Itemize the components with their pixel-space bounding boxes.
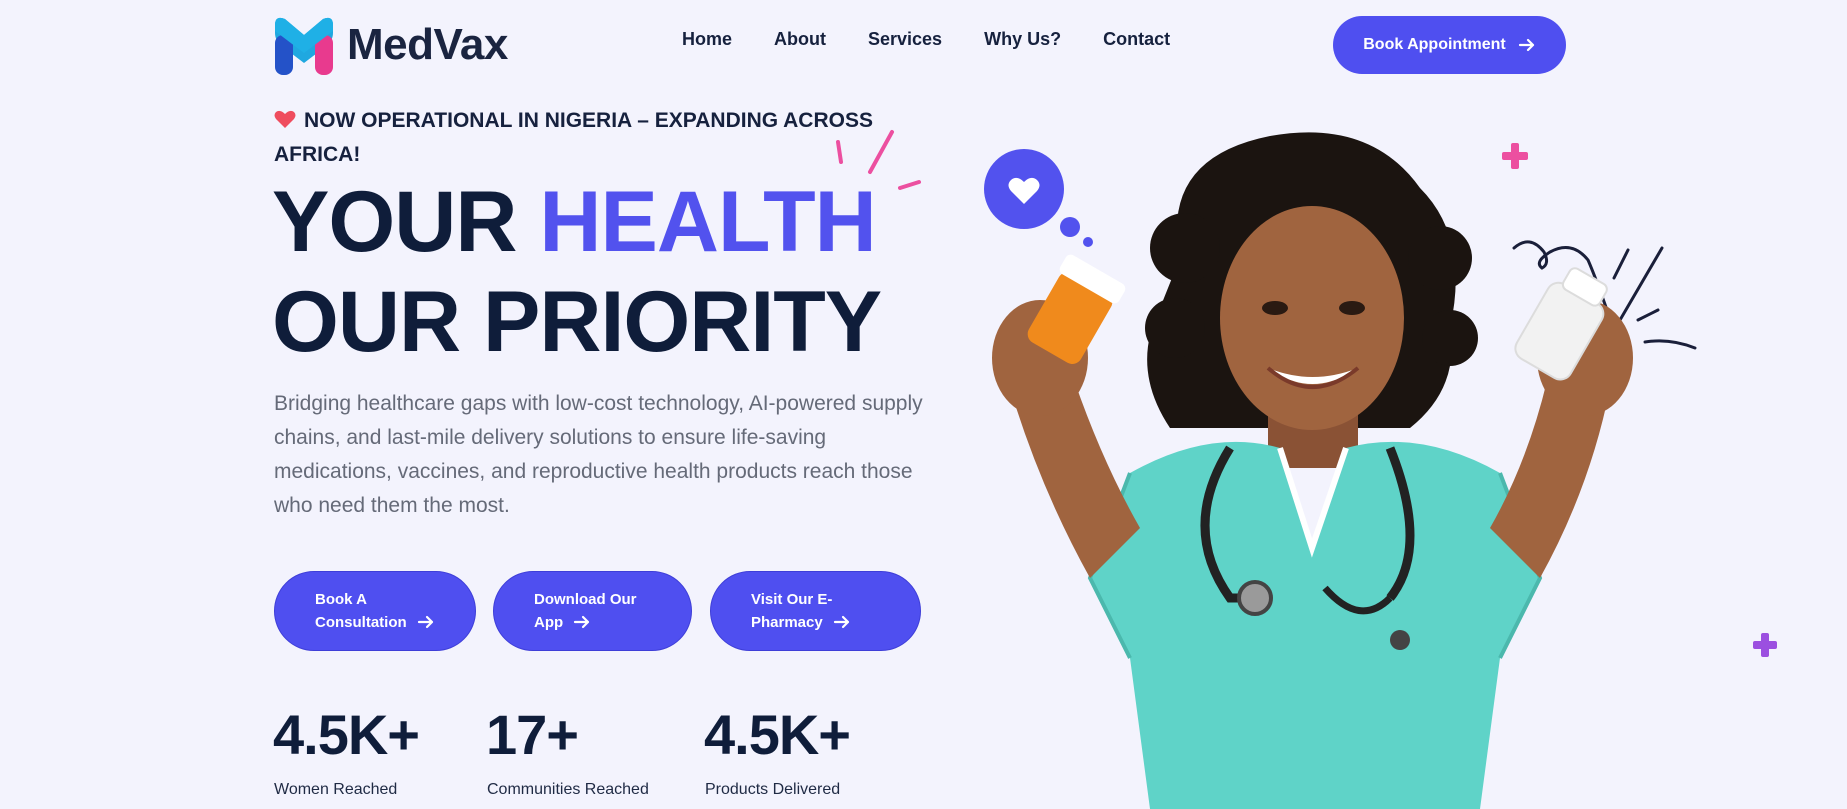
spark-lines-decoration <box>836 130 921 190</box>
announcement-banner: NOW OPERATIONAL IN NIGERIA – EXPANDING A… <box>274 104 874 172</box>
stat-value-products: 4.5K+ <box>704 703 851 766</box>
book-appointment-label: Book Appointment <box>1363 36 1506 53</box>
book-appointment-button[interactable]: Book Appointment <box>1333 16 1566 74</box>
cta-label-line1: Download Our <box>534 591 637 608</box>
hero-headline: YOUR HEALTH OUR PRIORITY <box>272 172 882 372</box>
logo-mark-icon <box>275 17 333 75</box>
download-app-button[interactable]: Download Our App <box>493 571 692 651</box>
arrow-right-icon <box>1518 38 1534 52</box>
visit-epharmacy-button[interactable]: Visit Our E- Pharmacy <box>710 571 921 651</box>
stat-value-communities: 17+ <box>486 703 579 766</box>
headline-accent: HEALTH <box>539 174 876 270</box>
stat-label-products: Products Delivered <box>705 781 841 798</box>
cta-label-line2: Consultation <box>315 614 407 631</box>
stat-label-women: Women Reached <box>274 781 398 798</box>
book-consultation-button[interactable]: Book A Consultation <box>274 571 476 651</box>
announcement-text: NOW OPERATIONAL IN NIGERIA – EXPANDING A… <box>274 109 873 166</box>
cta-label-line2: App <box>534 614 564 631</box>
arrow-right-icon <box>574 615 590 629</box>
nav-about[interactable]: About <box>774 29 826 50</box>
cta-label-line1: Book A <box>315 591 367 608</box>
arrow-right-icon <box>833 615 849 629</box>
main-nav: Home About Services Why Us? Contact <box>682 29 1170 50</box>
headline-part1: YOUR <box>272 174 517 270</box>
brand-logo[interactable]: MedVax <box>273 13 508 77</box>
brand-name: MedVax <box>347 20 508 69</box>
hero-description: Bridging healthcare gaps with low-cost t… <box>274 392 923 517</box>
nav-services[interactable]: Services <box>868 29 942 50</box>
headline-line2: OUR PRIORITY <box>272 274 882 370</box>
cta-label-line1: Visit Our E- <box>751 591 833 608</box>
nurse-illustration <box>992 132 1633 809</box>
heart-icon <box>274 110 296 128</box>
cta-label-line2: Pharmacy <box>751 614 823 631</box>
nav-why-us[interactable]: Why Us? <box>984 29 1061 50</box>
plus-icon <box>1753 633 1777 657</box>
stat-label-communities: Communities Reached <box>487 781 649 798</box>
arrow-right-icon <box>417 615 433 629</box>
nav-home[interactable]: Home <box>682 29 732 50</box>
nav-contact[interactable]: Contact <box>1103 29 1170 50</box>
stat-value-women: 4.5K+ <box>273 703 420 766</box>
